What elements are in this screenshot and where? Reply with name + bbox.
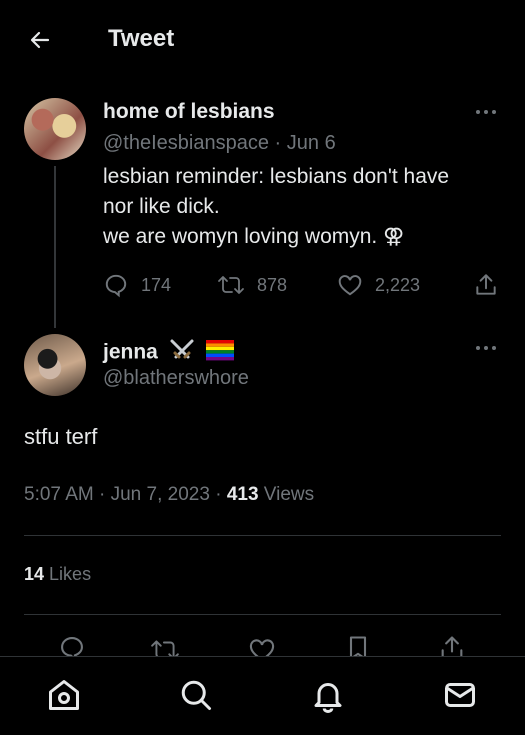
tweet-text-line: we are womyn loving womyn. ⚢ — [103, 225, 405, 248]
author-name[interactable]: jenna — [103, 341, 158, 364]
tweet-actions: 174 878 2,223 — [103, 270, 503, 300]
author-handle-line: @theIesbianspace · Jun 6 — [103, 132, 336, 155]
more-options-button[interactable] — [474, 100, 498, 123]
tweet-time[interactable]: 5:07 AM — [24, 484, 94, 505]
divider — [24, 614, 501, 615]
tweet-actions-row — [0, 630, 525, 656]
notifications-icon — [314, 683, 342, 713]
retweet-icon — [218, 276, 244, 294]
like-button[interactable]: 2,223 — [337, 270, 420, 300]
heart-icon — [338, 275, 362, 296]
reply-count: 174 — [141, 274, 172, 295]
tweet-text: stfu terf — [24, 424, 98, 449]
avatar[interactable] — [24, 334, 86, 396]
avatar[interactable] — [24, 98, 86, 160]
share-icon — [476, 274, 496, 295]
retweet-icon[interactable] — [150, 636, 180, 656]
page-title: Tweet — [108, 25, 175, 52]
retweet-button[interactable]: 878 — [217, 270, 287, 300]
likes-label: Likes — [49, 564, 92, 584]
likes-count: 14 — [24, 564, 45, 584]
more-icon — [476, 110, 496, 114]
like-count: 2,223 — [375, 274, 421, 295]
views-label: Views — [263, 484, 315, 505]
bookmark-icon[interactable] — [344, 634, 372, 656]
author-name[interactable]: home of lesbians — [103, 100, 275, 124]
tweet-metadata: 5:07 AM · Jun 7, 2023 · 413 Views — [24, 484, 314, 506]
more-options-button[interactable] — [474, 336, 498, 359]
author-handle[interactable]: @theIesbianspace — [103, 132, 269, 154]
crossed-swords-emoji — [168, 338, 196, 368]
divider — [24, 535, 501, 536]
reply-icon — [105, 274, 127, 298]
nav-home[interactable] — [44, 675, 84, 715]
likes-summary[interactable]: 14 Likes — [24, 564, 91, 585]
author-handle[interactable]: @blatherswhore — [103, 367, 249, 390]
bottom-nav — [0, 656, 525, 735]
nav-search[interactable] — [176, 675, 216, 715]
tweet-date[interactable]: Jun 7, 2023 — [111, 484, 210, 505]
share-button[interactable] — [473, 270, 499, 300]
separator: · — [274, 132, 282, 154]
tweet-date[interactable]: Jun 6 — [287, 132, 336, 154]
home-icon — [49, 680, 79, 710]
reply-icon[interactable] — [58, 634, 86, 656]
top-bar: Tweet — [0, 0, 525, 80]
more-icon — [476, 346, 496, 350]
author-name-line: jenna — [103, 338, 234, 368]
nav-messages[interactable] — [440, 675, 480, 715]
messages-icon — [445, 683, 475, 707]
thread-connector — [54, 166, 56, 328]
nav-notifications[interactable] — [308, 675, 348, 715]
views-count: 413 — [226, 484, 259, 505]
arrow-left-icon — [30, 31, 50, 49]
tweet-text-line: nor like dick. — [103, 195, 220, 218]
reply-button[interactable]: 174 — [103, 270, 171, 300]
search-icon — [181, 680, 211, 710]
heart-icon[interactable] — [248, 636, 276, 656]
separator: · — [215, 484, 222, 505]
share-icon[interactable] — [438, 634, 466, 656]
back-button[interactable] — [24, 24, 56, 56]
tweet-text-line: lesbian reminder: lesbians don't have — [103, 165, 450, 188]
tweet-text: lesbian reminder: lesbians don't have no… — [103, 162, 503, 252]
retweet-count: 878 — [257, 274, 288, 295]
rainbow-flag-emoji — [205, 339, 234, 367]
separator: · — [99, 484, 106, 505]
